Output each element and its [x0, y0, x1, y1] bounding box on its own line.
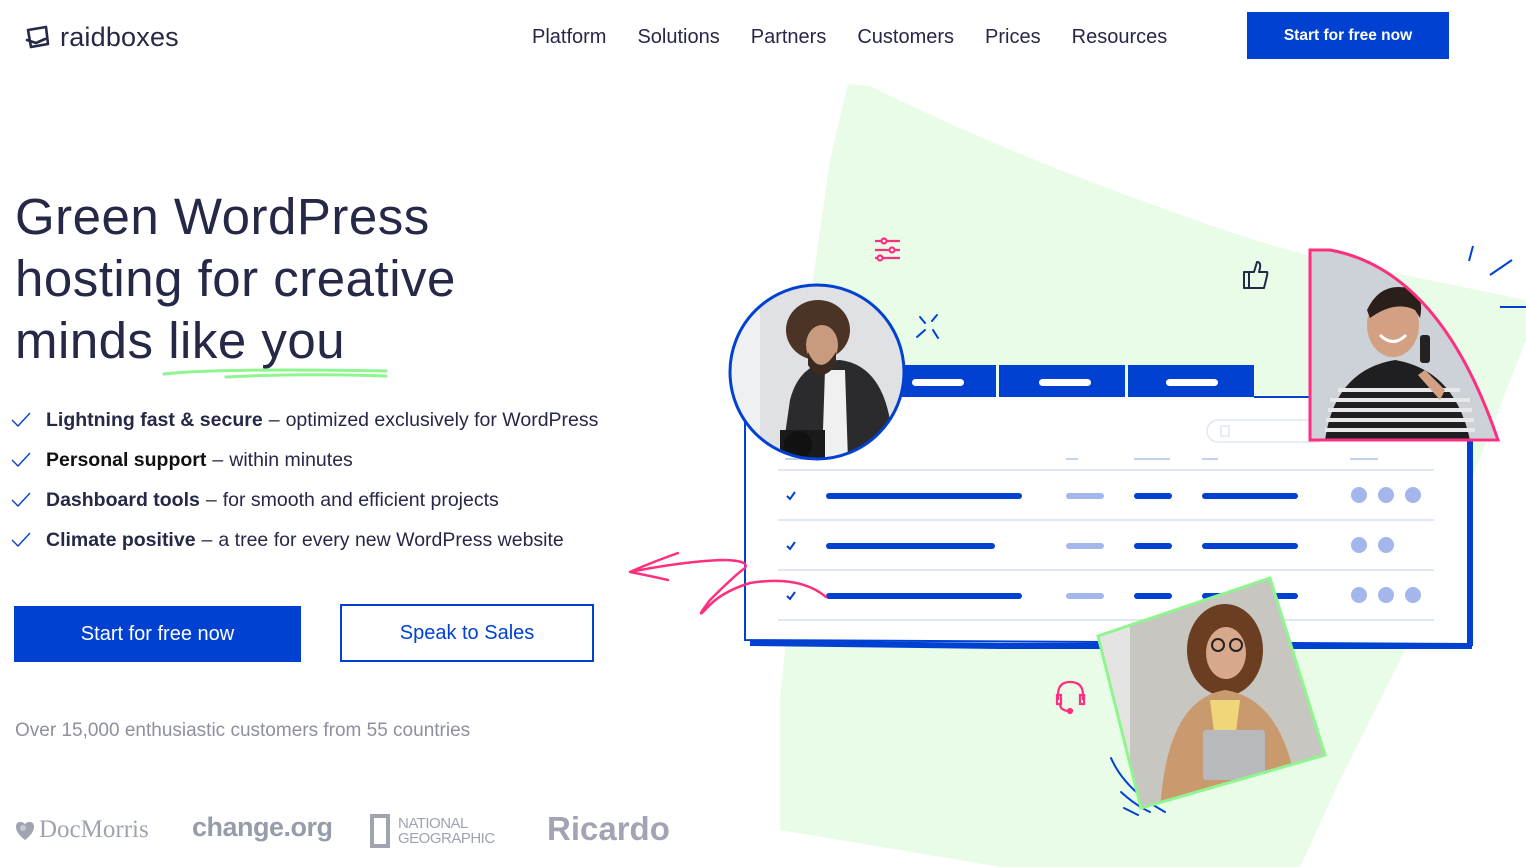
- natgeo-frame-icon: [370, 814, 390, 848]
- row-name-bar: [826, 593, 1022, 599]
- sliders-icon: [875, 237, 900, 262]
- nav-item-solutions[interactable]: Solutions: [637, 26, 719, 49]
- row-meta-bar: [1066, 593, 1104, 599]
- row-detail-bar: [1202, 493, 1298, 499]
- feature-title: Climate positive: [46, 528, 196, 551]
- feature-separator: –: [212, 448, 224, 471]
- row-meta-bar: [1066, 543, 1104, 549]
- feature-description: a tree for every new WordPress website: [218, 528, 564, 551]
- checkmark-icon: [11, 492, 31, 508]
- hero-title-line-3a: minds: [15, 312, 169, 369]
- feature-separator: –: [268, 408, 280, 431]
- feature-description: optimized exclusively for WordPress: [285, 408, 599, 431]
- hero-title-line-1: Green WordPress: [15, 188, 430, 245]
- docmorris-text: DocMorris: [39, 816, 149, 843]
- row-status-dot: [1351, 537, 1367, 553]
- logo-ricardo: Ricardo: [547, 810, 670, 847]
- feature-item: Climate positive – a tree for every new Wo…: [10, 520, 598, 560]
- row-status-dot: [1351, 487, 1367, 503]
- row-name-bar: [826, 543, 995, 549]
- feature-item: Lightning fast & secure – optimized exclus…: [10, 400, 598, 440]
- feature-separator: –: [205, 488, 217, 511]
- row-meta-bar: [1066, 493, 1104, 499]
- spark-line: [1468, 245, 1474, 262]
- speak-to-sales-button[interactable]: Speak to Sales: [340, 604, 594, 662]
- row-value-bar: [1134, 493, 1172, 499]
- row-status-dot: [1378, 537, 1394, 553]
- logo-change-org: change.org: [192, 812, 333, 842]
- row-name-bar: [826, 493, 1022, 499]
- customers-note: Over 15,000 enthusiastic customers from …: [15, 720, 471, 741]
- main-nav: Platform Solutions Partners Customers Pr…: [532, 26, 1198, 49]
- natgeo-line-1: NATIONAL: [398, 815, 468, 832]
- header-start-free-button[interactable]: Start for free now: [1247, 12, 1449, 59]
- nav-item-customers[interactable]: Customers: [857, 26, 954, 49]
- feature-list: Lightning fast & secure – optimized exclus…: [10, 400, 598, 560]
- row-status-dot: [1378, 587, 1394, 603]
- checkmark-icon: [11, 452, 31, 468]
- feature-separator: –: [201, 528, 213, 551]
- logo[interactable]: raidboxes: [24, 22, 179, 53]
- start-free-button[interactable]: Start for free now: [14, 606, 301, 662]
- row-status-dot: [1378, 487, 1394, 503]
- spark-line: [1489, 259, 1513, 276]
- logo-docmorris: DocMorris: [14, 816, 149, 844]
- logo-text: raidboxes: [60, 22, 179, 52]
- natgeo-line-2: GEOGRAPHIC: [398, 830, 495, 847]
- logo-mark-icon: [25, 25, 50, 48]
- nav-item-prices[interactable]: Prices: [985, 26, 1041, 49]
- logo-national-geographic: NATIONAL GEOGRAPHIC: [370, 814, 495, 848]
- row-value-bar: [1134, 543, 1172, 549]
- feature-item: Personal support – within minutes: [10, 440, 598, 480]
- row-status-dot: [1351, 587, 1367, 603]
- feature-title: Dashboard tools: [46, 488, 200, 511]
- docmorris-heart-icon: [16, 821, 34, 840]
- row-status-dot: [1405, 587, 1421, 603]
- row-status-dot: [1405, 487, 1421, 503]
- feature-description: for smooth and efficient projects: [222, 488, 499, 511]
- row-detail-bar: [1202, 543, 1298, 549]
- feature-item: Dashboard tools – for smooth and efficient…: [10, 480, 598, 520]
- checkmark-icon: [11, 532, 31, 548]
- feature-title: Personal support: [46, 448, 207, 471]
- nav-item-partners[interactable]: Partners: [751, 26, 827, 49]
- nav-item-platform[interactable]: Platform: [532, 26, 606, 49]
- checkmark-icon: [11, 412, 31, 428]
- nav-item-resources[interactable]: Resources: [1072, 26, 1168, 49]
- hero-title-line-2: hosting for creative: [15, 250, 456, 307]
- hero-title: Green WordPress hosting for creative min…: [15, 186, 456, 372]
- feature-description: within minutes: [229, 448, 353, 471]
- feature-title: Lightning fast & secure: [46, 408, 263, 431]
- row-value-bar: [1134, 593, 1172, 599]
- customer-logos: DocMorris change.org NATIONAL GEOGRAPHIC…: [14, 806, 694, 856]
- green-underline-scribble: [162, 368, 388, 379]
- hero-title-highlight: like you: [168, 312, 346, 369]
